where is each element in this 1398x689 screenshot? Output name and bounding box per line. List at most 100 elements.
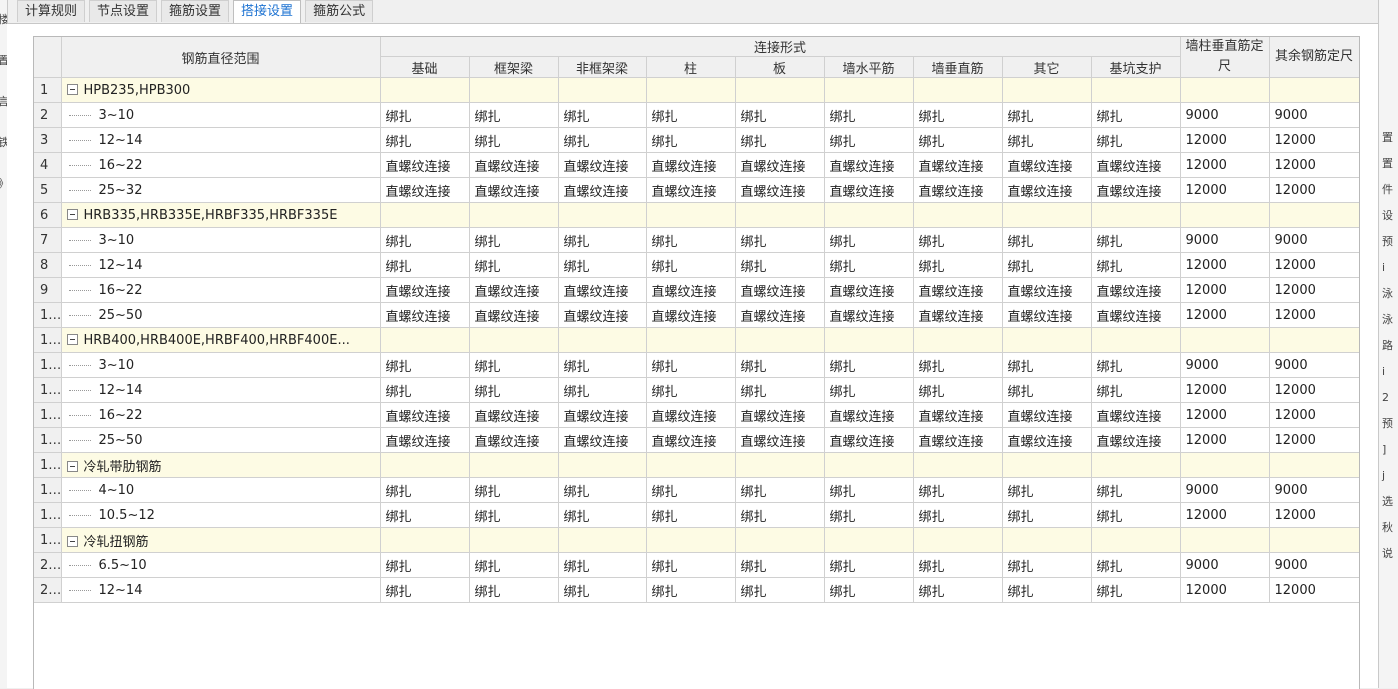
connection-cell[interactable]: 绑扎 [1001,252,1092,278]
connection-cell[interactable]: 直螺纹连接 [645,402,736,428]
connection-cell[interactable]: 绑扎 [557,552,647,578]
connection-cell[interactable]: 绑扎 [1001,102,1092,128]
connection-cell[interactable]: 直螺纹连接 [1001,402,1092,428]
table-row[interactable]: 12 3~10 绑扎 绑扎 绑扎 绑扎 绑扎 绑扎 绑扎 绑扎 绑扎 9000 9000 [34,352,1359,378]
table-row[interactable]: 20 6.5~10 绑扎 绑扎 绑扎 绑扎 绑扎 绑扎 绑扎 绑扎 绑扎 9000 9000 [34,552,1359,578]
connection-cell[interactable]: 绑扎 [468,352,559,378]
connection-cell[interactable]: 直螺纹连接 [557,177,647,203]
connection-cell[interactable]: 绑扎 [379,227,470,253]
connection-cell[interactable]: 绑扎 [912,102,1003,128]
connection-cell[interactable]: 绑扎 [557,352,647,378]
table-row[interactable]: 4 16~22 直螺纹连接 直螺纹连接 直螺纹连接 直螺纹连接 直螺纹连接 直螺纹连接 直螺纹连… [34,152,1359,178]
connection-cell[interactable]: 绑扎 [823,477,914,503]
connection-cell[interactable]: 绑扎 [557,102,647,128]
table-group-row[interactable]: 19 冷轧扭钢筋 [34,527,1359,553]
connection-cell[interactable]: 绑扎 [645,477,736,503]
connection-cell[interactable]: 直螺纹连接 [912,277,1003,303]
diameter-range-cell[interactable]: 16~22 [60,277,381,303]
table-row[interactable]: 9 16~22 直螺纹连接 直螺纹连接 直螺纹连接 直螺纹连接 直螺纹连接 直螺纹连接 直螺纹连… [34,277,1359,303]
connection-cell[interactable]: 直螺纹连接 [557,427,647,453]
connection-cell[interactable]: 直螺纹连接 [823,427,914,453]
other-length-cell[interactable]: 12000 [1268,502,1359,528]
connection-cell[interactable]: 绑扎 [379,502,470,528]
wall-column-length-cell[interactable]: 12000 [1179,152,1270,178]
wall-column-length-cell[interactable]: 9000 [1179,352,1270,378]
connection-cell[interactable]: 绑扎 [734,102,825,128]
connection-cell[interactable]: 绑扎 [823,502,914,528]
connection-cell[interactable]: 绑扎 [1090,127,1181,153]
connection-cell[interactable]: 直螺纹连接 [1090,402,1181,428]
other-length-cell[interactable]: 12000 [1268,277,1359,303]
connection-cell[interactable]: 绑扎 [379,352,470,378]
connection-cell[interactable]: 绑扎 [468,127,559,153]
connection-cell[interactable]: 直螺纹连接 [379,177,470,203]
diameter-range-cell[interactable]: 25~50 [60,302,381,328]
connection-cell[interactable]: 直螺纹连接 [912,402,1003,428]
wall-column-length-cell[interactable]: 12000 [1179,377,1270,403]
connection-cell[interactable]: 直螺纹连接 [912,427,1003,453]
connection-cell[interactable]: 直螺纹连接 [468,277,559,303]
connection-cell[interactable]: 直螺纹连接 [823,277,914,303]
diameter-range-cell[interactable]: 25~32 [60,177,381,203]
connection-cell[interactable]: 绑扎 [645,127,736,153]
connection-cell[interactable]: 直螺纹连接 [734,177,825,203]
diameter-range-cell[interactable]: 6.5~10 [60,552,381,578]
connection-cell[interactable]: 绑扎 [557,577,647,603]
connection-cell[interactable]: 直螺纹连接 [1090,177,1181,203]
connection-cell[interactable]: 绑扎 [912,227,1003,253]
connection-cell[interactable]: 直螺纹连接 [379,152,470,178]
connection-cell[interactable]: 绑扎 [823,352,914,378]
diameter-range-cell[interactable]: 25~50 [60,427,381,453]
table-row[interactable]: 13 12~14 绑扎 绑扎 绑扎 绑扎 绑扎 绑扎 绑扎 绑扎 绑扎 12000 12000 [34,377,1359,403]
connection-cell[interactable]: 直螺纹连接 [912,177,1003,203]
tab-2[interactable]: 节点设置 [89,0,158,22]
wall-column-length-cell[interactable]: 12000 [1179,277,1270,303]
table-row[interactable]: 7 3~10 绑扎 绑扎 绑扎 绑扎 绑扎 绑扎 绑扎 绑扎 绑扎 9000 9000 [34,227,1359,253]
connection-cell[interactable]: 绑扎 [734,502,825,528]
connection-cell[interactable]: 绑扎 [912,477,1003,503]
connection-cell[interactable]: 绑扎 [1001,227,1092,253]
diameter-range-cell[interactable]: 12~14 [60,252,381,278]
connection-cell[interactable]: 直螺纹连接 [557,152,647,178]
connection-cell[interactable]: 绑扎 [557,477,647,503]
connection-cell[interactable]: 绑扎 [645,227,736,253]
connection-cell[interactable]: 绑扎 [823,552,914,578]
other-length-cell[interactable]: 12000 [1268,402,1359,428]
connection-cell[interactable]: 直螺纹连接 [1090,277,1181,303]
connection-cell[interactable]: 绑扎 [1001,577,1092,603]
other-length-cell[interactable]: 9000 [1268,102,1359,128]
other-length-cell[interactable]: 12000 [1268,177,1359,203]
connection-cell[interactable]: 直螺纹连接 [1001,277,1092,303]
connection-cell[interactable]: 直螺纹连接 [645,177,736,203]
connection-cell[interactable]: 绑扎 [1090,502,1181,528]
connection-cell[interactable]: 绑扎 [823,252,914,278]
connection-cell[interactable]: 直螺纹连接 [645,277,736,303]
connection-cell[interactable]: 绑扎 [823,227,914,253]
connection-cell[interactable]: 直螺纹连接 [734,277,825,303]
connection-cell[interactable]: 直螺纹连接 [468,402,559,428]
connection-cell[interactable]: 直螺纹连接 [645,427,736,453]
diameter-range-cell[interactable]: 3~10 [60,227,381,253]
other-length-cell[interactable]: 12000 [1268,427,1359,453]
diameter-range-cell[interactable]: 12~14 [60,377,381,403]
connection-cell[interactable]: 绑扎 [823,377,914,403]
table-row[interactable]: 10 25~50 直螺纹连接 直螺纹连接 直螺纹连接 直螺纹连接 直螺纹连接 直螺纹连接 直螺纹… [34,302,1359,328]
connection-cell[interactable]: 直螺纹连接 [379,402,470,428]
connection-cell[interactable]: 绑扎 [645,377,736,403]
connection-cell[interactable]: 绑扎 [1001,377,1092,403]
wall-column-length-cell[interactable]: 12000 [1179,427,1270,453]
connection-cell[interactable]: 绑扎 [912,377,1003,403]
connection-cell[interactable]: 直螺纹连接 [1001,152,1092,178]
table-row[interactable]: 2 3~10 绑扎 绑扎 绑扎 绑扎 绑扎 绑扎 绑扎 绑扎 绑扎 9000 9000 [34,102,1359,128]
connection-cell[interactable]: 直螺纹连接 [645,302,736,328]
connection-cell[interactable]: 直螺纹连接 [912,152,1003,178]
connection-cell[interactable]: 直螺纹连接 [468,427,559,453]
connection-cell[interactable]: 绑扎 [468,552,559,578]
diameter-range-cell[interactable]: 10.5~12 [60,502,381,528]
collapse-toggle-icon[interactable] [66,333,78,345]
connection-cell[interactable]: 绑扎 [557,502,647,528]
connection-cell[interactable]: 直螺纹连接 [734,302,825,328]
diameter-range-cell[interactable]: 12~14 [60,127,381,153]
other-length-cell[interactable]: 9000 [1268,477,1359,503]
collapse-toggle-icon[interactable] [66,535,78,547]
